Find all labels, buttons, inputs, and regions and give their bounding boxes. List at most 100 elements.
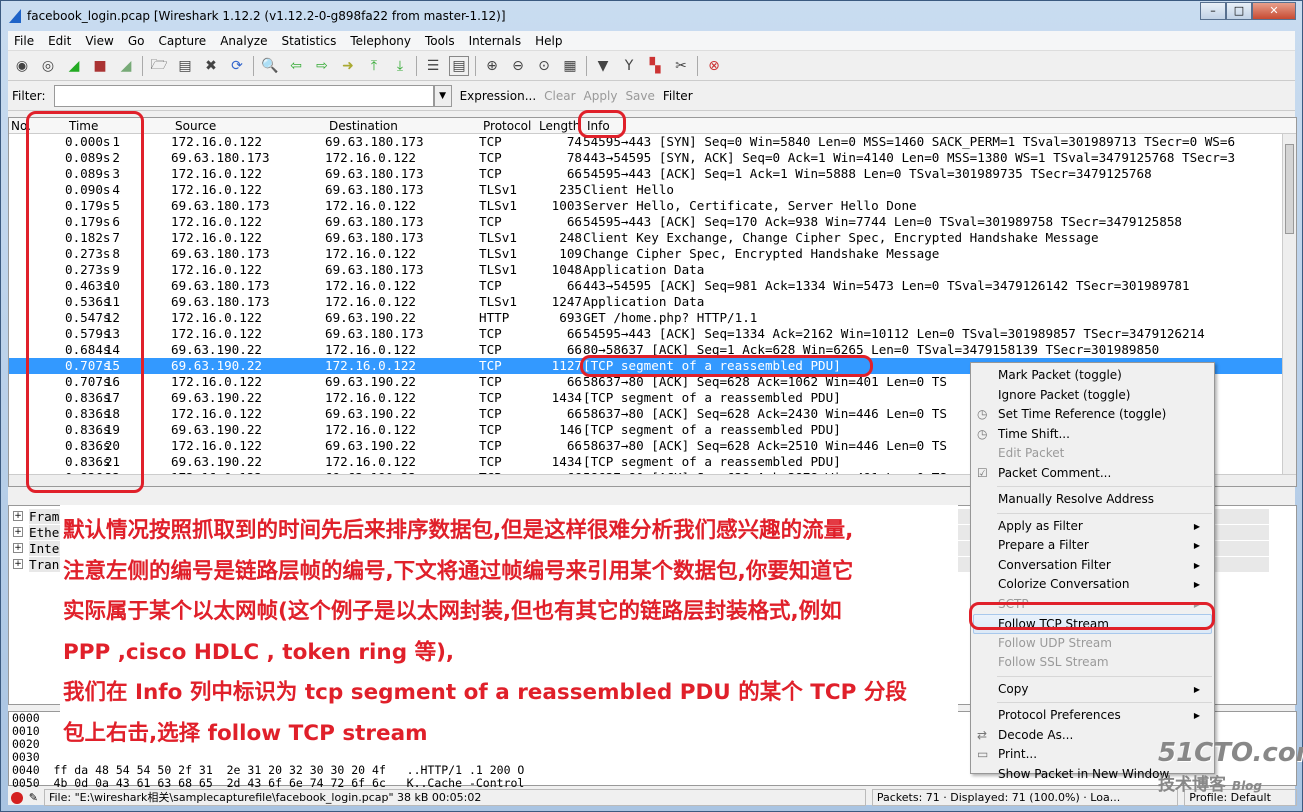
help-icon[interactable]: ⊗ — [704, 56, 724, 76]
resize-columns-icon[interactable]: ▦ — [560, 56, 580, 76]
display-filters-icon[interactable]: Y — [619, 56, 639, 76]
filter-input[interactable] — [53, 84, 434, 107]
back-icon[interactable]: ⇦ — [286, 56, 306, 76]
filter-dropdown-icon[interactable]: ▼ — [433, 84, 452, 107]
ctx-item-follow-ssl-stream[interactable]: Follow SSL Stream — [971, 653, 1214, 673]
expert-info-icon[interactable] — [11, 791, 23, 804]
col-source[interactable]: Source — [175, 119, 216, 133]
save-icon[interactable]: ▤ — [175, 56, 195, 76]
packet-row[interactable]: 2 0.089s 69.63.180.173 172.16.0.122 TCP 78 443… — [9, 150, 1296, 166]
ctx-item-label: Mark Packet (toggle) — [998, 368, 1122, 382]
ctx-item-follow-udp-stream[interactable]: Follow UDP Stream — [971, 634, 1214, 654]
packet-list-scrollbar[interactable] — [1282, 134, 1296, 474]
expression-button[interactable]: Expression... — [460, 89, 537, 103]
menu-tools[interactable]: Tools — [425, 34, 455, 48]
save-filter-button[interactable]: Save — [625, 89, 654, 103]
reload-icon[interactable]: ⟳ — [227, 56, 247, 76]
ctx-item-set-time-reference-toggle[interactable]: ◷ Set Time Reference (toggle) — [971, 405, 1214, 425]
packet-row[interactable]: 8 0.273s 69.63.180.173 172.16.0.122 TLSv1 109… — [9, 246, 1296, 262]
first-packet-icon[interactable]: ⤒ — [364, 56, 384, 76]
packet-row[interactable]: 11 0.536s 69.63.180.173 172.16.0.122 TLSv1 12… — [9, 294, 1296, 310]
expand-icon[interactable]: + — [13, 527, 23, 537]
expand-icon[interactable]: + — [13, 543, 23, 553]
wireshark-logo-icon — [9, 9, 21, 23]
submenu-arrow-icon: ▶ — [1193, 580, 1200, 589]
forward-icon[interactable]: ⇨ — [312, 56, 332, 76]
capture-filters-icon[interactable]: ▼ — [593, 56, 613, 76]
packet-info: [TCP segment of a reassembled PDU] — [583, 390, 841, 405]
packet-source: 172.16.0.122 — [171, 438, 262, 453]
submenu-arrow-icon: ▶ — [1193, 541, 1200, 550]
start-capture-icon[interactable]: ◢ — [64, 56, 84, 76]
menu-edit[interactable]: Edit — [48, 34, 71, 48]
ctx-item-manually-resolve-address[interactable]: Manually Resolve Address — [971, 490, 1214, 510]
goto-icon[interactable]: ➜ — [338, 56, 358, 76]
expand-icon[interactable]: + — [13, 559, 23, 569]
colorize-icon[interactable]: ☰ — [423, 56, 443, 76]
close-file-icon[interactable]: ✖ — [201, 56, 221, 76]
menu-help[interactable]: Help — [535, 34, 562, 48]
col-protocol[interactable]: Protocol — [483, 119, 531, 133]
find-icon[interactable]: 🔍 — [260, 56, 280, 76]
col-destination[interactable]: Destination — [329, 119, 398, 133]
filter-button[interactable]: Filter — [663, 89, 693, 103]
packet-info: Change Cipher Spec, Encrypted Handshake … — [583, 246, 940, 261]
ctx-item-packet-comment[interactable]: ☑ Packet Comment... — [971, 464, 1214, 484]
preferences-icon[interactable]: ✂ — [671, 56, 691, 76]
packet-info: Application Data — [583, 262, 705, 277]
zoom-normal-icon[interactable]: ⊙ — [534, 56, 554, 76]
minimize-button[interactable]: – — [1200, 2, 1226, 20]
ctx-item-protocol-preferences[interactable]: Protocol Preferences ▶ — [971, 706, 1214, 726]
zoom-out-icon[interactable]: ⊖ — [508, 56, 528, 76]
autoscroll-icon[interactable]: ▤ — [449, 55, 469, 76]
menu-internals[interactable]: Internals — [469, 34, 522, 48]
ctx-item-copy[interactable]: Copy ▶ — [971, 680, 1214, 700]
coloring-rules-icon[interactable]: ▚ — [645, 56, 665, 76]
restart-capture-icon[interactable]: ◢ — [116, 56, 136, 76]
packet-row[interactable]: 1 0.000s 172.16.0.122 69.63.180.173 TCP 74 545… — [9, 134, 1296, 150]
clear-button[interactable]: Clear — [544, 89, 575, 103]
ctx-item-ignore-packet-toggle[interactable]: Ignore Packet (toggle) — [971, 386, 1214, 406]
menu-go[interactable]: Go — [128, 34, 145, 48]
options-icon[interactable]: ◎ — [38, 56, 58, 76]
packet-row[interactable]: 4 0.090s 172.16.0.122 69.63.180.173 TLSv1 235… — [9, 182, 1296, 198]
ctx-item-conversation-filter[interactable]: Conversation Filter ▶ — [971, 556, 1214, 576]
ctx-item-colorize-conversation[interactable]: Colorize Conversation ▶ — [971, 575, 1214, 595]
menu-capture[interactable]: Capture — [158, 34, 206, 48]
zoom-in-icon[interactable]: ⊕ — [482, 56, 502, 76]
packet-row[interactable]: 10 0.463s 69.63.180.173 172.16.0.122 TCP 66 44… — [9, 278, 1296, 294]
comment-icon: ☑ — [977, 465, 988, 480]
open-icon[interactable]: 🗁 — [149, 56, 169, 76]
menu-analyze[interactable]: Analyze — [220, 34, 267, 48]
comment-icon[interactable]: ✎ — [29, 791, 38, 804]
packet-row[interactable]: 5 0.179s 69.63.180.173 172.16.0.122 TLSv1 100… — [9, 198, 1296, 214]
menu-view[interactable]: View — [85, 34, 113, 48]
packet-row[interactable]: 7 0.182s 172.16.0.122 69.63.180.173 TLSv1 248… — [9, 230, 1296, 246]
col-length[interactable]: Length — [539, 119, 580, 133]
packet-row[interactable]: 12 0.547s 172.16.0.122 69.63.190.22 HTTP 693 G… — [9, 310, 1296, 326]
expand-icon[interactable]: + — [13, 511, 23, 521]
packet-row[interactable]: 3 0.089s 172.16.0.122 69.63.180.173 TCP 66 545… — [9, 166, 1296, 182]
apply-button[interactable]: Apply — [584, 89, 618, 103]
last-packet-icon[interactable]: ⤓ — [390, 56, 410, 76]
packet-row[interactable]: 9 0.273s 172.16.0.122 69.63.180.173 TLSv1 104… — [9, 262, 1296, 278]
ctx-item-edit-packet[interactable]: Edit Packet — [971, 444, 1214, 464]
ctx-item-mark-packet-toggle[interactable]: Mark Packet (toggle) — [971, 366, 1214, 386]
menu-file[interactable]: File — [14, 34, 34, 48]
menu-statistics[interactable]: Statistics — [281, 34, 336, 48]
ctx-item-apply-as-filter[interactable]: Apply as Filter ▶ — [971, 517, 1214, 537]
stop-capture-icon[interactable]: ■ — [90, 56, 110, 76]
packet-protocol: TCP — [479, 278, 502, 293]
packet-row[interactable]: 13 0.579s 172.16.0.122 69.63.180.173 TCP 66 54… — [9, 326, 1296, 342]
packet-source: 69.63.190.22 — [171, 358, 262, 373]
packet-row[interactable]: 6 0.179s 172.16.0.122 69.63.180.173 TCP 66 545… — [9, 214, 1296, 230]
packet-protocol: TCP — [479, 326, 502, 341]
maximize-button[interactable]: □ — [1226, 2, 1252, 20]
close-button[interactable]: ✕ — [1252, 2, 1296, 20]
packet-destination: 69.63.190.22 — [325, 310, 416, 325]
ctx-item-time-shift[interactable]: ◷ Time Shift... — [971, 425, 1214, 445]
packet-protocol: TCP — [479, 150, 502, 165]
ctx-item-prepare-a-filter[interactable]: Prepare a Filter ▶ — [971, 536, 1214, 556]
menu-telephony[interactable]: Telephony — [350, 34, 411, 48]
interfaces-icon[interactable]: ◉ — [12, 56, 32, 76]
